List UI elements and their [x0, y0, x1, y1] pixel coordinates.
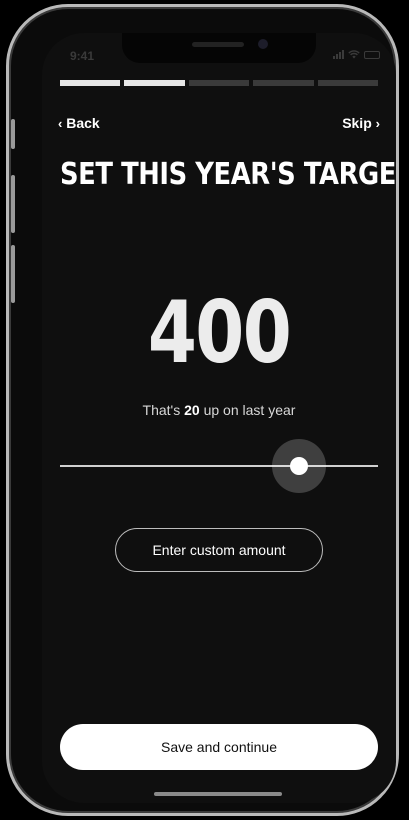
- volume-up-button: [11, 175, 15, 233]
- page-title: SET THIS YEAR'S TARGET: [60, 157, 396, 192]
- onboarding-progress: [60, 80, 379, 86]
- mute-switch: [11, 119, 15, 149]
- home-indicator: [154, 792, 282, 796]
- skip-button[interactable]: Skip ›: [342, 115, 380, 131]
- save-and-continue-button[interactable]: Save and continue: [60, 724, 378, 770]
- skip-label: Skip: [342, 115, 372, 131]
- comparison-prefix: That's: [142, 402, 185, 418]
- comparison-amount: 20: [184, 402, 200, 418]
- back-label: Back: [66, 115, 100, 131]
- camera-icon: [258, 39, 268, 49]
- wifi-icon: [348, 50, 360, 59]
- target-comparison: That's 20 up on last year: [42, 402, 396, 418]
- notch: [122, 33, 316, 63]
- app-screen: 9:41 ‹ Back Skip › SET THIS YEAR'S TARGE…: [42, 33, 396, 803]
- progress-segment: [188, 80, 250, 86]
- target-slider-thumb[interactable]: [289, 457, 308, 475]
- device-frame: 9:41 ‹ Back Skip › SET THIS YEAR'S TARGE…: [6, 4, 399, 816]
- signal-icon: [333, 50, 344, 59]
- progress-segment: [124, 80, 185, 86]
- status-icons: [333, 50, 380, 59]
- chevron-left-icon: ‹: [58, 116, 63, 131]
- progress-segment: [60, 80, 121, 86]
- battery-icon: [364, 51, 380, 59]
- enter-custom-amount-button[interactable]: Enter custom amount: [115, 528, 323, 572]
- target-value: 400: [147, 283, 292, 383]
- chevron-right-icon: ›: [375, 116, 380, 131]
- comparison-suffix: up on last year: [199, 402, 296, 418]
- progress-segment: [253, 80, 314, 86]
- status-time: 9:41: [70, 49, 95, 63]
- target-slider-track[interactable]: [60, 465, 378, 467]
- speaker-grille: [192, 42, 244, 47]
- back-button[interactable]: ‹ Back: [58, 115, 100, 131]
- volume-down-button: [11, 245, 15, 303]
- progress-segment: [317, 80, 379, 86]
